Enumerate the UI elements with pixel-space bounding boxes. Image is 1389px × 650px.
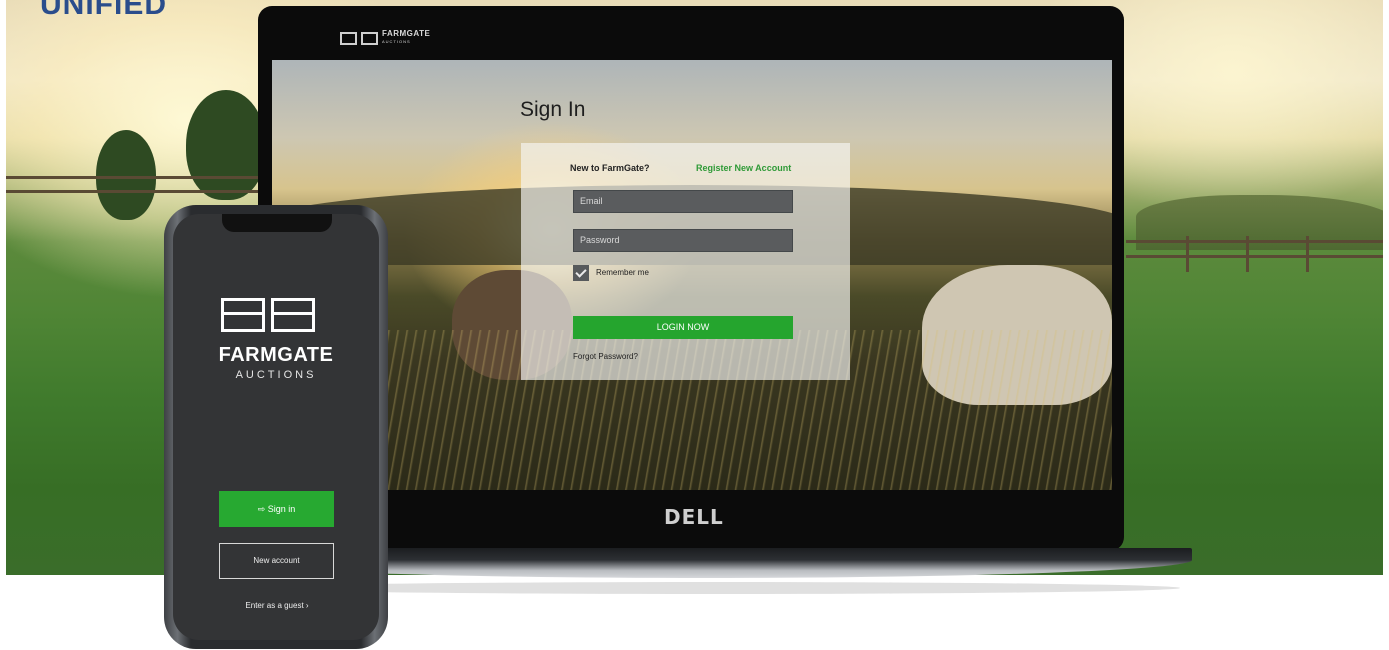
sign-in-label: Sign in	[267, 504, 296, 514]
sign-in-title: Sign In	[520, 98, 586, 121]
laptop-shadow	[250, 582, 1180, 594]
page-headline: UNIFIED	[40, 0, 167, 21]
phone-notch	[222, 214, 332, 232]
farmgate-logo[interactable]: FARMGATE AUCTIONS	[340, 30, 430, 46]
password-field[interactable]: Password	[573, 229, 793, 252]
fence-post	[1306, 236, 1309, 272]
gate-icon	[340, 31, 357, 45]
fence-rail	[6, 190, 266, 193]
logo-subtext: AUCTIONS	[382, 39, 411, 44]
phone-sign-in-button[interactable]: ⇨ Sign in	[219, 491, 334, 527]
gate-icon	[221, 298, 265, 332]
guest-link[interactable]: Enter as a guest ›	[196, 601, 358, 610]
fence-rail	[1126, 240, 1383, 243]
email-field[interactable]: Email	[573, 190, 793, 213]
login-panel	[521, 143, 850, 380]
tree	[186, 90, 266, 200]
phone-new-account-button[interactable]: New account	[219, 543, 334, 579]
gate-icon	[271, 298, 315, 332]
fence-rail	[6, 176, 266, 179]
gate-icon	[361, 31, 378, 45]
forgot-password-link[interactable]: Forgot Password?	[573, 352, 638, 361]
dell-logo: DELL	[664, 505, 724, 529]
new-user-label: New to FarmGate?	[570, 163, 650, 173]
tree	[96, 130, 156, 220]
remember-me-label: Remember me	[596, 268, 649, 277]
logo-text: FARMGATE	[382, 29, 431, 38]
farmgate-app-logo	[221, 298, 315, 332]
login-arrow-icon: ⇨	[257, 504, 268, 514]
remember-me-checkbox[interactable]	[573, 265, 589, 281]
fence-post	[1246, 236, 1249, 272]
fence-post	[1186, 236, 1189, 272]
login-button[interactable]: LOGIN NOW	[573, 316, 793, 339]
app-subtitle: AUCTIONS	[235, 369, 317, 381]
register-link[interactable]: Register New Account	[696, 163, 791, 173]
fence-rail	[1126, 255, 1383, 258]
app-name: FARMGATE	[218, 344, 334, 366]
